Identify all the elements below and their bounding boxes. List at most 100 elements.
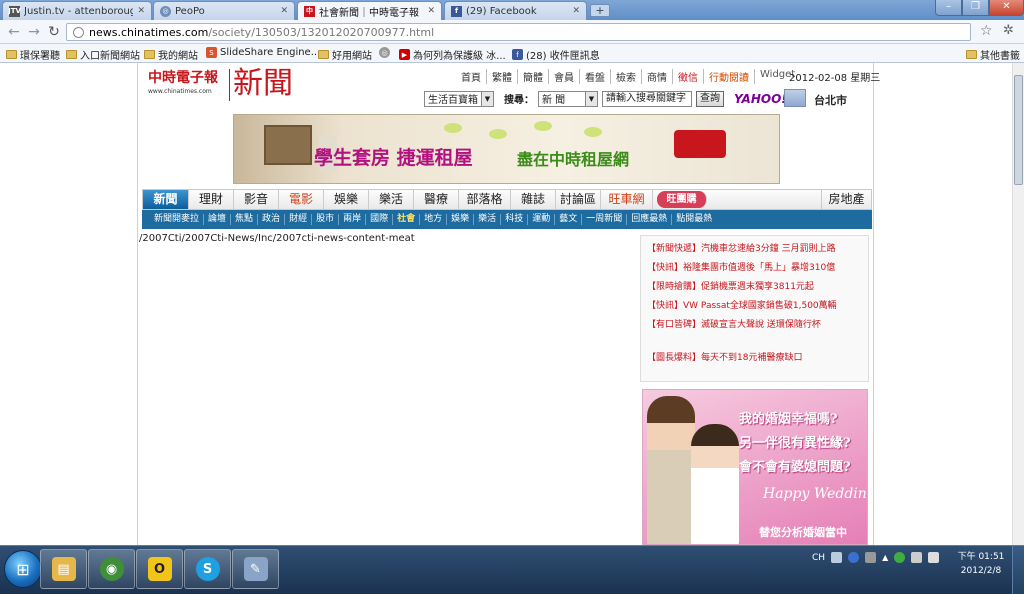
nav-video[interactable]: 影音 [234,190,279,209]
top-link-simplified[interactable]: 簡體 [518,69,549,84]
bookmark-slideshare[interactable]: S SlideShare Engine... [206,47,320,58]
bookmark-facebook[interactable]: f (28) 收件匣訊息 [512,47,600,62]
sidebar-link[interactable]: 【快訊】裕隆集團市值週後「馬上」暴增310億 [647,259,862,278]
tab-close-icon[interactable]: ✕ [572,6,580,16]
taskbar-app[interactable]: O [136,549,183,589]
subnav-item[interactable]: 論壇 [204,214,232,225]
nav-group-buy[interactable]: 旺團購 [657,191,707,208]
bookmark-globe[interactable]: ◎ [379,47,390,58]
tab-justin-tv[interactable]: JTV Justin.tv - attenborough8 ✕ [2,1,152,20]
subnav-item[interactable]: 財經 [285,214,313,225]
subnav-item[interactable]: 兩岸 [339,214,367,225]
top-link-traditional[interactable]: 繁體 [487,69,518,84]
taskbar-paint[interactable]: ✎ [232,549,279,589]
taskbar-chrome[interactable]: ◉ [88,549,135,589]
rental-banner-ad[interactable]: 學生套房 捷運租屋 盡在中時租屋網 [233,114,780,184]
bookmark-folder[interactable]: 環保署聽 [6,47,60,62]
search-input[interactable]: 請輸入搜尋關鍵字 [602,90,692,107]
sidebar-link[interactable]: 【圖長爆料】每天不到18元補醫療缺口 [647,349,862,368]
network-status-icon[interactable] [894,552,906,563]
subnav-item[interactable]: 點閱最熱 [672,214,716,225]
nav-forum[interactable]: 討論區 [556,190,601,209]
wedding-ad[interactable]: 我的婚姻幸福嗎? 另一伴很有異性緣? 會不會有婆媳問題? Happy Weddi… [642,389,868,545]
nav-cars[interactable]: 旺車網 [601,190,653,209]
sidebar-link[interactable]: 【有口皆碑】滅破宣言大聲說 送環保隨行杯 [647,316,862,335]
taskbar-explorer[interactable]: ▤ [40,549,87,589]
chinatimes-logo[interactable]: 中時電子報 www.chinatimes.com [148,67,228,97]
system-clock[interactable]: 下午 01:51 2012/2/8 [956,550,1006,578]
subnav-item[interactable]: 回應最熱 [627,214,673,225]
subnav-item[interactable]: 焦點 [231,214,259,225]
search-button[interactable]: 查詢 [696,90,724,107]
display-icon[interactable] [911,552,923,563]
volume-icon[interactable] [928,552,940,563]
maximize-button[interactable]: ❐ [962,0,989,16]
sidebar-link[interactable]: 【限時搶購】促銷機票週末獨享3811元起 [647,278,862,297]
top-link-mobile[interactable]: 行動閱讀 [704,69,755,84]
subnav-item[interactable]: 樂活 [474,214,502,225]
subnav-item[interactable]: 國際 [366,214,394,225]
subnav-item[interactable]: 地方 [420,214,448,225]
language-indicator[interactable]: CH [812,553,825,563]
nav-movie[interactable]: 電影 [279,190,324,209]
top-link-search[interactable]: 檢索 [611,69,642,84]
show-desktop-button[interactable] [1012,546,1024,594]
nav-lifestyle[interactable]: 樂活 [369,190,414,209]
nav-entertainment[interactable]: 娛樂 [324,190,369,209]
tray-expand-icon[interactable]: ▲ [882,553,888,562]
close-window-button[interactable]: ✕ [989,0,1024,16]
back-arrow-icon[interactable]: ← [6,24,22,40]
bookmark-star-icon[interactable]: ☆ [980,23,993,39]
top-link-business[interactable]: 商情 [642,69,673,84]
address-bar[interactable]: news.chinatimes.com/society/130503/13201… [66,23,971,41]
reload-icon[interactable]: ↻ [46,24,62,40]
subnav-item-society[interactable]: 社會 [393,214,421,225]
subnav-item[interactable]: 運動 [528,214,556,225]
tab-close-icon[interactable]: ✕ [280,6,288,16]
nav-health[interactable]: 醫療 [414,190,459,209]
tab-close-icon[interactable]: ✕ [137,6,145,16]
subnav-item[interactable]: 一周新聞 [582,214,628,225]
subnav-item[interactable]: 股市 [312,214,340,225]
bookmark-folder[interactable]: 我的網站 [144,47,198,62]
tab-facebook[interactable]: f (29) Facebook ✕ [444,1,587,20]
tab-chinatimes[interactable]: 中 社會新聞｜中時電子報 ✕ [297,1,442,20]
subnav-item[interactable]: 科技 [501,214,529,225]
page-scrollbar[interactable] [1012,63,1024,545]
top-link-stocks[interactable]: 看盤 [580,69,611,84]
wrench-menu-icon[interactable]: ✲ [1003,23,1014,38]
nav-news[interactable]: 新聞 [143,190,189,209]
subnav-item[interactable]: 新聞開麥拉 [150,214,205,225]
bookmark-folder[interactable]: 好用網站 [318,47,372,62]
scope-select[interactable]: 新 聞 ▼ [538,90,598,107]
scrollbar-thumb[interactable] [1014,75,1023,185]
subnav-item[interactable]: 政治 [258,214,286,225]
minimize-button[interactable]: – [935,0,962,16]
help-icon[interactable] [848,552,860,563]
forward-arrow-icon[interactable]: → [26,24,42,40]
bookmark-youtube[interactable]: ▶ 為何列為保護級 冰... [399,47,506,62]
top-link-hiring[interactable]: 徵信 [673,69,704,84]
top-link-home[interactable]: 首頁 [456,69,487,84]
subnav-item[interactable]: 藝文 [555,214,583,225]
taskbar-skype[interactable]: S [184,549,231,589]
start-button[interactable]: ⊞ [4,550,42,588]
weather-icon[interactable] [784,89,806,107]
keyboard-icon[interactable] [831,552,843,563]
tab-peopo[interactable]: ◎ PeoPo ✕ [153,1,295,20]
bookmark-folder[interactable]: 入口新聞網站 [66,47,140,62]
settings-icon[interactable] [865,552,877,563]
sidebar-link[interactable]: 【新聞快遞】汽機車忿速給3分鐘 三月罰則上路 [647,240,862,259]
tab-close-icon[interactable]: ✕ [427,6,435,16]
sidebar-link[interactable]: 【快訊】VW Passat全球國家銷售破1,500萬輛 [647,297,862,316]
nav-blog[interactable]: 部落格 [459,190,511,209]
top-link-member[interactable]: 會員 [549,69,580,84]
nav-real-estate[interactable]: 房地產 [821,190,871,209]
nav-magazine[interactable]: 雜誌 [511,190,556,209]
nav-finance[interactable]: 理財 [189,190,234,209]
bookmark-other-folder[interactable]: 其他書籤 [966,47,1020,62]
category-select[interactable]: 生活百寶箱 ▼ [424,90,494,107]
new-tab-button[interactable]: + [590,4,610,17]
city-name[interactable]: 台北市 [814,92,847,108]
subnav-item[interactable]: 娛樂 [447,214,475,225]
